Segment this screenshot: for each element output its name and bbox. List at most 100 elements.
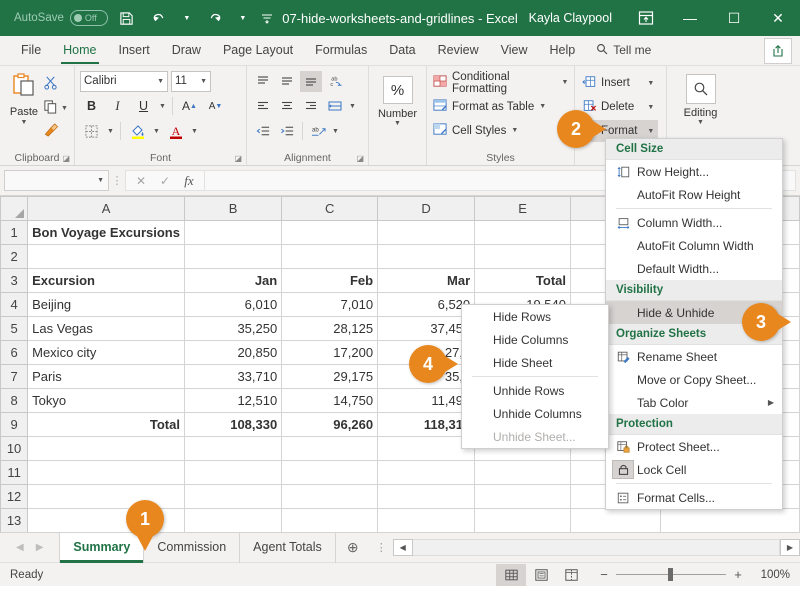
page-break-preview-icon[interactable] [556,564,586,586]
user-account-name[interactable]: Kayla Claypool [529,11,612,25]
sheet-bar-resize-handle[interactable]: ⋮ [370,541,393,554]
menu-item-lock-cell[interactable]: Lock Cell [606,458,782,481]
column-header-c[interactable]: C [281,196,379,221]
font-name-caret[interactable]: ▼ [157,78,164,85]
format-painter-button[interactable] [43,121,69,143]
increase-indent-icon[interactable] [276,121,298,142]
bold-button[interactable]: B [80,95,103,117]
grow-font-button[interactable]: A ▲ [178,95,201,117]
tab-home[interactable]: Home [52,35,107,65]
cell-c5[interactable]: 28,125 [281,316,379,341]
horizontal-scroll-left-button[interactable]: ◀ [392,539,413,556]
cell-a11[interactable] [27,460,185,485]
cell-a8[interactable]: Tokyo [27,388,185,413]
align-right-icon[interactable] [300,96,322,117]
tab-formulas[interactable]: Formulas [304,35,378,65]
save-icon[interactable] [114,5,140,31]
cell-d11[interactable] [377,460,476,485]
cell-e13[interactable] [474,508,571,532]
name-box[interactable]: ▼ [4,170,109,191]
menu-item-default-width[interactable]: Default Width... [606,257,782,280]
cell-b8[interactable]: 12,510 [183,388,283,413]
underline-dropdown-caret[interactable]: ▼ [158,103,167,110]
add-sheet-button[interactable]: ⊕ [336,539,370,556]
cell-c13[interactable] [281,508,379,532]
row-header-6[interactable]: 6 [0,340,29,365]
zoom-slider-thumb[interactable] [668,568,673,581]
tab-draw[interactable]: Draw [161,35,212,65]
sheet-tab-commission[interactable]: Commission [144,532,241,563]
submenu-item-hide-columns[interactable]: Hide Columns [462,328,608,351]
delete-cells-button[interactable]: Delete ▼ [580,96,658,118]
cell-a12[interactable] [27,484,185,509]
conditional-formatting-button[interactable]: Conditional Formatting ▼ [432,71,569,95]
align-center-icon[interactable] [276,96,298,117]
font-color-icon[interactable]: A [164,120,187,142]
share-icon[interactable] [764,38,792,64]
borders-icon[interactable] [80,120,103,142]
cell-b6[interactable]: 20,850 [183,340,283,365]
cell-b7[interactable]: 33,710 [183,364,283,389]
cell-d1[interactable] [377,220,476,245]
editing-dropdown-caret[interactable]: ▼ [697,119,704,126]
cell-e3[interactable]: Total [474,268,571,293]
cell-a5[interactable]: Las Vegas [27,316,185,341]
zoom-out-button[interactable]: − [598,567,610,582]
select-all-corner[interactable] [0,196,29,221]
cell-b13[interactable] [183,508,283,532]
alignment-dialog-launcher[interactable]: ◪ [356,154,364,163]
zoom-slider[interactable] [616,568,726,581]
sheet-tab-agent-totals[interactable]: Agent Totals [240,532,336,563]
ribbon-display-options-icon[interactable] [624,0,668,36]
font-dialog-launcher[interactable]: ◪ [234,154,242,163]
cell-styles-button[interactable]: Cell Styles ▼ [432,120,569,141]
cell-b4[interactable]: 6,010 [183,292,283,317]
percent-style-icon[interactable]: % [382,76,413,104]
normal-view-icon[interactable] [496,563,526,586]
row-header-2[interactable]: 2 [0,244,29,269]
horizontal-scrollbar[interactable] [412,539,780,556]
merge-center-caret[interactable]: ▼ [331,128,340,135]
sheet-navigation-arrows[interactable]: ◀ ▶ [0,542,59,553]
customize-quick-access-icon[interactable] [258,5,276,31]
clipboard-dialog-launcher[interactable]: ◪ [62,154,70,163]
cell-c3[interactable]: Feb [281,268,379,293]
cut-button[interactable] [43,73,69,95]
cell-b3[interactable]: Jan [183,268,283,293]
menu-item-tab-color[interactable]: Tab Color ▶ [606,391,782,414]
cell-c8[interactable]: 14,750 [281,388,379,413]
fill-color-icon[interactable] [126,120,149,142]
row-header-1[interactable]: 1 [0,220,29,245]
page-layout-view-icon[interactable] [526,564,556,586]
cell-c9[interactable]: 96,260 [281,412,379,437]
row-header-8[interactable]: 8 [0,388,29,413]
cell-c11[interactable] [281,460,379,485]
cell-a10[interactable] [27,436,185,461]
column-header-a[interactable]: A [27,196,185,221]
cancel-icon[interactable]: ✕ [130,171,152,190]
menu-item-autofit-row-height[interactable]: AutoFit Row Height [606,183,782,206]
cell-d3[interactable]: Mar [377,268,476,293]
menu-item-column-width[interactable]: Column Width... [606,211,782,234]
zoom-in-button[interactable]: + [732,567,744,582]
cell-a3[interactable]: Excursion [27,268,185,293]
row-header-10[interactable]: 10 [0,436,29,461]
merge-and-center-icon[interactable]: ab [307,121,329,142]
paste-dropdown-caret[interactable]: ▼ [21,119,28,126]
cell-a6[interactable]: Mexico city [27,340,185,365]
cell-b10[interactable] [183,436,283,461]
number-format-button[interactable]: % Number ▼ [374,70,421,127]
next-sheet-icon[interactable]: ▶ [36,542,44,553]
format-as-table-caret[interactable]: ▼ [538,103,547,110]
submenu-item-unhide-columns[interactable]: Unhide Columns [462,402,608,425]
cell-e12[interactable] [474,484,571,509]
cell-d12[interactable] [377,484,476,509]
align-middle-icon[interactable] [276,71,298,92]
number-dropdown-caret[interactable]: ▼ [394,120,401,127]
underline-button[interactable]: U [132,95,155,117]
borders-dropdown-caret[interactable]: ▼ [106,128,115,135]
cell-c4[interactable]: 7,010 [281,292,379,317]
copy-dropdown-caret[interactable]: ▼ [60,105,69,112]
name-box-caret[interactable]: ▼ [97,177,104,184]
align-bottom-icon[interactable] [300,70,322,92]
